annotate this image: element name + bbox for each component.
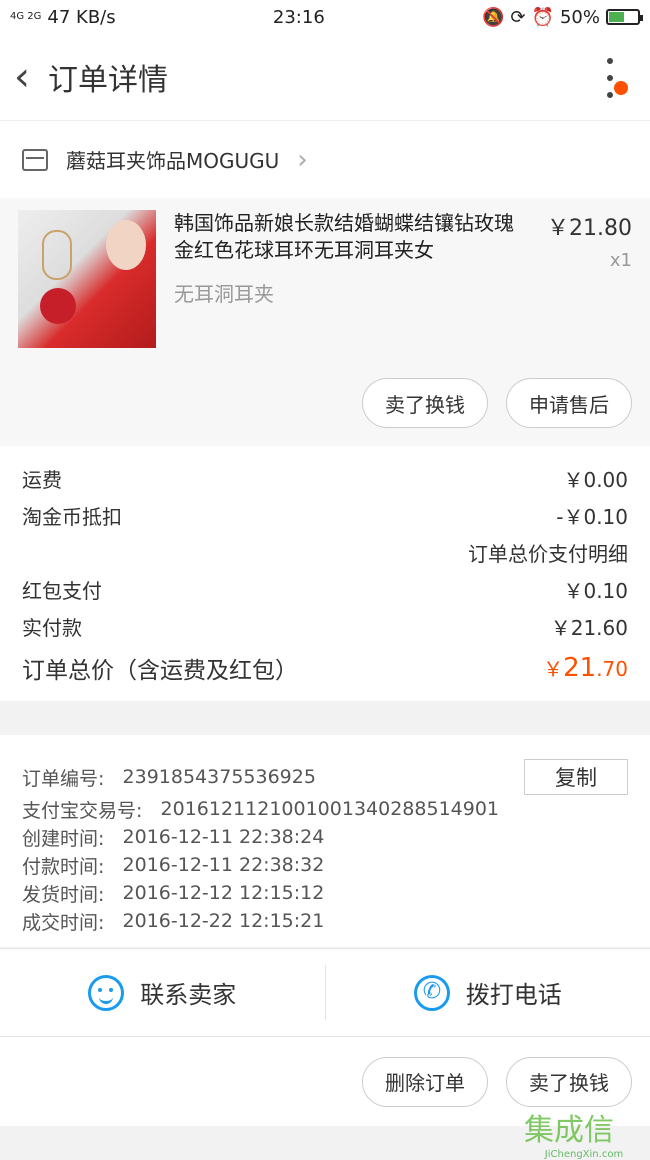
cost-summary: 运费 ￥0.00 淘金币抵扣 -￥0.10 订单总价支付明细 红包支付 ￥0.10 实…	[0, 446, 650, 701]
contact-seller-button[interactable]: 联系卖家	[0, 965, 326, 1020]
total-value: ￥21.70	[543, 653, 628, 683]
created-label: 创建时间:	[22, 824, 104, 851]
payment-detail-link[interactable]: 订单总价支付明细	[468, 538, 628, 567]
alarm-icon: ⏰	[532, 7, 554, 28]
delete-order-button[interactable]: 删除订单	[362, 1057, 488, 1107]
redpacket-label: 红包支付	[22, 575, 102, 604]
product-name: 韩国饰品新娘长款结婚蝴蝶结镶钻玫瑰金红色花球耳环无耳洞耳夹女	[174, 210, 522, 264]
product-sku: 无耳洞耳夹	[174, 278, 522, 307]
order-number: 2391854375536925	[123, 766, 316, 788]
product-price: ￥21.80	[532, 210, 632, 242]
coin-value: -￥0.10	[556, 501, 628, 530]
notification-dot	[614, 81, 628, 95]
shipped-time: 2016-12-12 12:15:12	[123, 882, 325, 904]
rotation-lock-icon: ⟳	[510, 7, 525, 28]
product-card[interactable]: 韩国饰品新娘长款结婚蝴蝶结镶钻玫瑰金红色花球耳环无耳洞耳夹女 无耳洞耳夹 ￥21…	[0, 198, 650, 446]
page-title: 订单详情	[48, 55, 168, 99]
back-arrow-icon[interactable]: ‹	[14, 57, 44, 97]
store-icon	[22, 149, 48, 171]
clock: 23:16	[273, 7, 325, 28]
sell-button[interactable]: 卖了换钱	[362, 378, 488, 428]
contact-seller-label: 联系卖家	[140, 975, 236, 1010]
chat-icon	[88, 975, 124, 1011]
signal-icon: 4G 2G	[10, 12, 41, 22]
alipay-number: 2016121121001001340288514901	[161, 798, 499, 820]
order-info: 复制 订单编号: 2391854375536925 支付宝交易号: 201612…	[0, 735, 650, 947]
alipay-label: 支付宝交易号:	[22, 796, 142, 823]
footer-sell-button[interactable]: 卖了换钱	[506, 1057, 632, 1107]
done-time: 2016-12-22 12:15:21	[123, 910, 325, 932]
shipping-value: ￥0.00	[563, 464, 628, 493]
store-name: 蘑菇耳夹饰品MOGUGU	[66, 145, 279, 174]
coin-label: 淘金币抵扣	[22, 501, 122, 530]
store-row[interactable]: 蘑菇耳夹饰品MOGUGU ›	[0, 120, 650, 198]
shipped-label: 发货时间:	[22, 880, 104, 907]
page-header: ‹ 订单详情	[0, 34, 650, 120]
total-label: 订单总价（含运费及红包）	[22, 651, 298, 685]
paid-time-label: 付款时间:	[22, 852, 104, 879]
paid-label: 实付款	[22, 612, 82, 641]
created-time: 2016-12-11 22:38:24	[123, 826, 325, 848]
chevron-right-icon: ›	[297, 145, 307, 175]
product-image[interactable]	[18, 210, 156, 348]
order-number-label: 订单编号:	[22, 764, 104, 791]
battery-percent: 50%	[560, 7, 600, 28]
product-qty: x1	[532, 250, 632, 271]
call-phone-button[interactable]: 拨打电话	[326, 949, 650, 1036]
copy-button[interactable]: 复制	[524, 759, 628, 795]
network-speed: 47 KB/s	[47, 7, 115, 28]
shipping-label: 运费	[22, 464, 62, 493]
battery-icon	[606, 9, 640, 25]
after-sale-button[interactable]: 申请售后	[506, 378, 632, 428]
phone-icon	[414, 975, 450, 1011]
status-bar: 4G 2G 47 KB/s 23:16 🔕 ⟳ ⏰ 50%	[0, 0, 650, 34]
paid-time: 2016-12-11 22:38:32	[123, 854, 325, 876]
redpacket-value: ￥0.10	[563, 575, 628, 604]
done-label: 成交时间:	[22, 908, 104, 935]
contact-bar: 联系卖家 拨打电话	[0, 948, 650, 1036]
call-phone-label: 拨打电话	[466, 975, 562, 1010]
watermark-logo: 集成信 JiChengXin.com	[524, 1105, 644, 1155]
mute-icon: 🔕	[482, 7, 504, 28]
paid-value: ￥21.60	[551, 612, 628, 641]
